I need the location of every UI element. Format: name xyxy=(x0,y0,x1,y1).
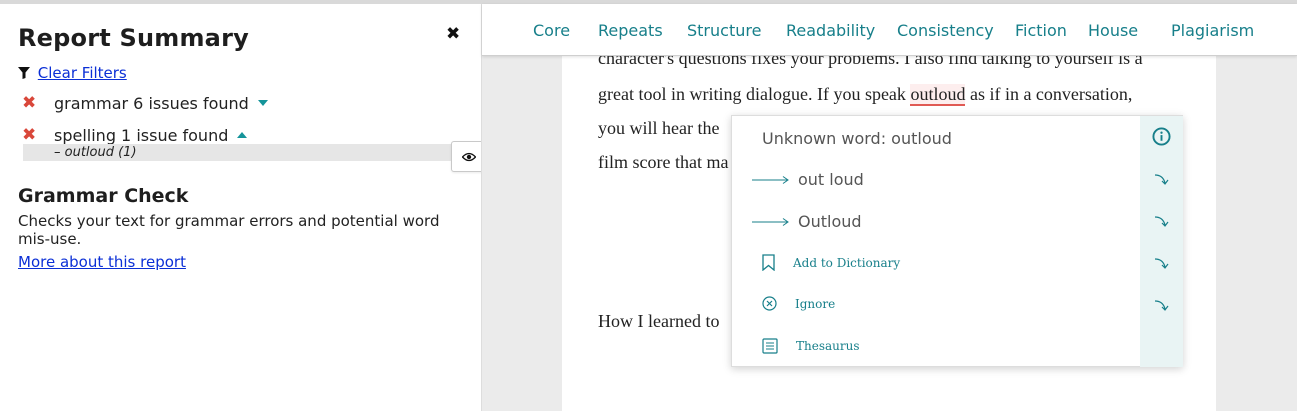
apply-suggestion-icon[interactable] xyxy=(1154,256,1170,270)
tab-structure[interactable]: Structure xyxy=(687,21,761,40)
thesaurus-book-icon xyxy=(762,338,778,354)
clear-filters: Clear Filters xyxy=(18,64,127,82)
issue-label: grammar 6 issues found xyxy=(54,93,249,113)
report-title: Grammar Check xyxy=(18,185,189,207)
suggestion-outloud-capitalized[interactable]: Outloud xyxy=(752,212,862,231)
issue-sub-item[interactable]: – outloud (1) xyxy=(23,144,453,161)
tab-core[interactable]: Core xyxy=(533,21,570,40)
document-text-line[interactable]: great tool in writing dialogue. If you s… xyxy=(598,84,1133,106)
apply-suggestion-icon[interactable] xyxy=(1154,214,1170,228)
action-label: Thesaurus xyxy=(796,339,860,353)
arrow-right-icon xyxy=(752,175,789,184)
suggestion-label: Outloud xyxy=(798,212,862,231)
text-run: great tool in writing dialogue. If you s… xyxy=(598,84,911,104)
report-description: Checks your text for grammar errors and … xyxy=(18,212,440,248)
document-text-line[interactable]: How I learned to xyxy=(598,311,719,332)
thesaurus-button[interactable]: Thesaurus xyxy=(762,338,860,354)
tab-readability[interactable]: Readability xyxy=(786,21,875,40)
add-to-dictionary-button[interactable]: Add to Dictionary xyxy=(762,254,900,271)
document-text-line[interactable]: film score that ma xyxy=(598,152,728,173)
clear-filters-link[interactable]: Clear Filters xyxy=(38,64,127,82)
remove-filter-icon[interactable]: ✖ xyxy=(22,125,54,145)
arrow-right-icon xyxy=(752,217,789,226)
tab-fiction[interactable]: Fiction xyxy=(1015,21,1067,40)
remove-filter-icon[interactable]: ✖ xyxy=(22,93,54,113)
apply-column xyxy=(1140,116,1183,367)
tab-house[interactable]: House xyxy=(1088,21,1138,40)
suggestion-label: out loud xyxy=(798,170,864,189)
report-tab-bar: Core Repeats Structure Readability Consi… xyxy=(482,4,1297,56)
chevron-up-icon[interactable] xyxy=(237,132,248,138)
report-more-link[interactable]: More about this report xyxy=(18,253,186,271)
eye-icon[interactable] xyxy=(461,149,477,165)
document-text-line[interactable]: you will hear the xyxy=(598,118,719,139)
text-run: as if in a conversation, xyxy=(965,84,1133,104)
popup-title: Unknown word: outloud xyxy=(762,129,952,148)
suggestion-out-loud[interactable]: out loud xyxy=(752,170,864,189)
bookmark-icon xyxy=(762,254,775,271)
ignore-circle-x-icon xyxy=(762,296,777,311)
apply-suggestion-icon[interactable] xyxy=(1154,172,1170,186)
tab-repeats[interactable]: Repeats xyxy=(598,21,663,40)
issue-label: spelling 1 issue found xyxy=(54,125,229,145)
issue-row-grammar[interactable]: ✖ grammar 6 issues found xyxy=(22,93,268,113)
apply-suggestion-icon[interactable] xyxy=(1154,298,1170,312)
misspelled-word[interactable]: outloud xyxy=(910,84,966,106)
spelling-suggestion-popup: Unknown word: outloud out loud Outloud A… xyxy=(731,115,1183,367)
tab-plagiarism[interactable]: Plagiarism xyxy=(1171,21,1254,40)
report-summary-panel: Report Summary ✖ Clear Filters xyxy=(0,4,481,411)
close-icon[interactable]: ✖ xyxy=(446,24,460,44)
chevron-down-icon[interactable] xyxy=(257,100,268,106)
info-icon[interactable] xyxy=(1152,127,1171,146)
ignore-button[interactable]: Ignore xyxy=(762,296,835,311)
tab-consistency[interactable]: Consistency xyxy=(897,21,994,40)
filter-icon xyxy=(18,67,30,79)
action-label: Add to Dictionary xyxy=(793,255,901,270)
panel-title: Report Summary xyxy=(18,24,249,52)
action-label: Ignore xyxy=(795,296,836,311)
issue-row-spelling[interactable]: ✖ spelling 1 issue found xyxy=(22,125,248,145)
